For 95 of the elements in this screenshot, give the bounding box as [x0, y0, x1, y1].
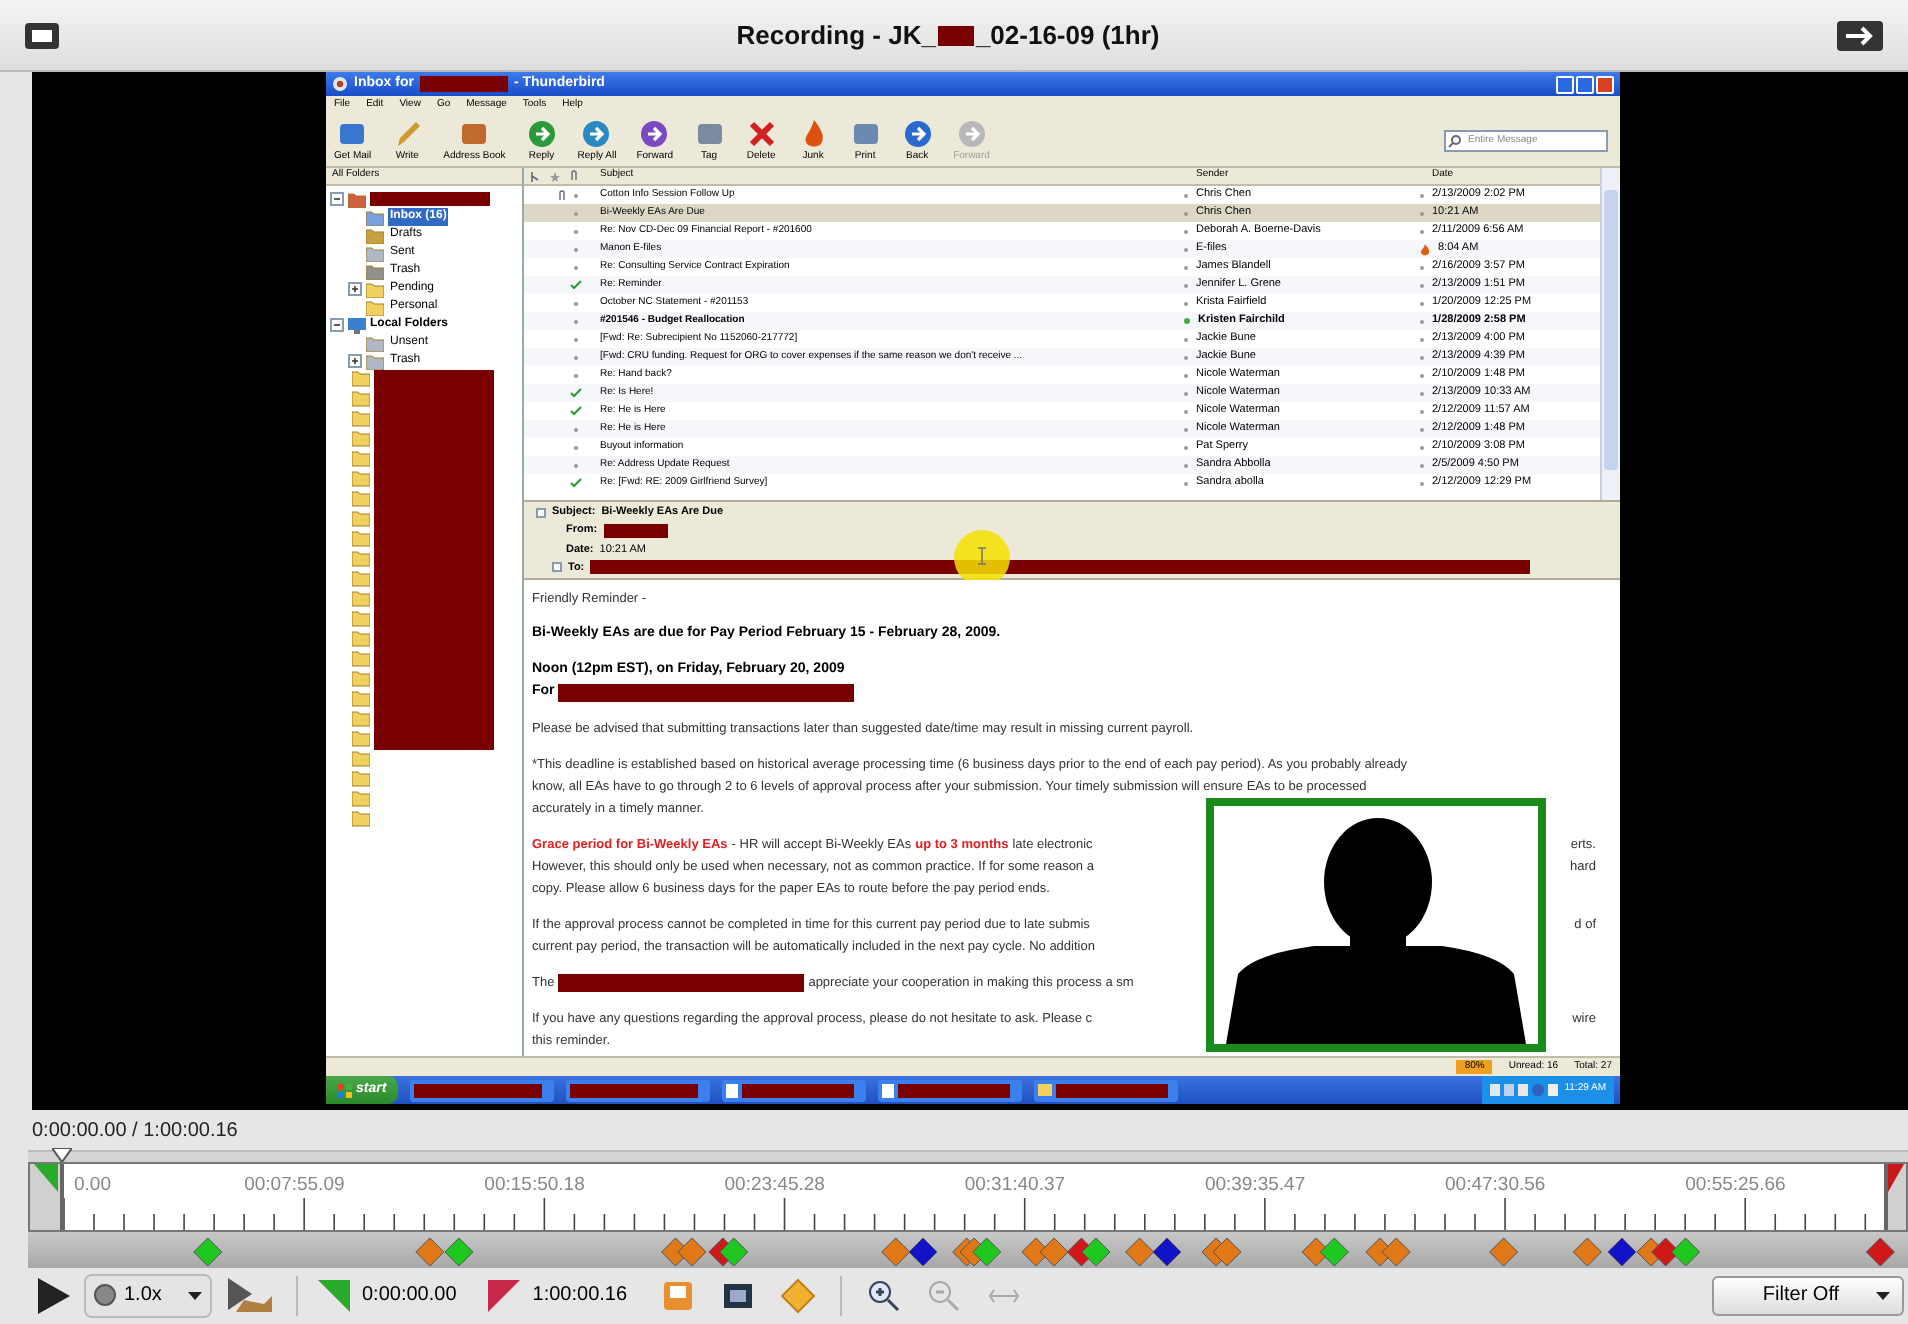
star-icon[interactable] — [550, 171, 560, 181]
filter-dropdown[interactable]: Filter Off — [1712, 1275, 1904, 1315]
start-flag-icon[interactable] — [318, 1279, 350, 1311]
ruler-label: 0.00 — [74, 1172, 111, 1200]
folder-icon — [1038, 1084, 1053, 1096]
book-icon — [458, 118, 491, 150]
ruler-label: 00:23:45.28 — [724, 1172, 825, 1200]
screen-icon[interactable] — [24, 21, 60, 49]
ruler-label: 00:39:35.47 — [1204, 1172, 1306, 1200]
event-marker[interactable] — [1489, 1237, 1519, 1267]
redaction-bar — [1056, 1083, 1169, 1097]
speed-dropdown[interactable]: 1.0x — [84, 1273, 212, 1317]
trash-icon — [366, 263, 384, 279]
end-flag-icon — [1888, 1164, 1904, 1192]
presenter-icon[interactable] — [224, 1275, 276, 1315]
tray-icons-drawing — [1490, 1084, 1559, 1096]
event-marker[interactable] — [444, 1237, 474, 1267]
ruler-label: 00:31:40.37 — [964, 1172, 1066, 1200]
event-marker[interactable] — [1125, 1237, 1155, 1267]
document-icon — [882, 1083, 895, 1097]
exit-icon[interactable] — [1836, 19, 1884, 51]
expand-toggle-icon[interactable] — [348, 282, 362, 296]
event-marker[interactable] — [1039, 1237, 1069, 1267]
redaction-bar — [937, 25, 974, 45]
redaction-bar — [603, 523, 668, 538]
event-marker[interactable] — [719, 1237, 749, 1267]
start-time: 0:00:00.00 — [362, 1282, 457, 1310]
redaction-bar — [742, 1083, 855, 1097]
event-marker[interactable] — [415, 1237, 445, 1267]
zoom-in-icon[interactable] — [865, 1277, 902, 1313]
account-icon — [348, 191, 366, 207]
event-marker[interactable] — [1081, 1237, 1111, 1267]
thread-icon[interactable] — [530, 171, 540, 181]
playback-position: 0:00:00.00 / 1:00:00.16 — [32, 1117, 238, 1145]
printer-icon — [849, 118, 882, 150]
paperclip-icon[interactable] — [570, 170, 578, 182]
ruler-label: 00:15:50.18 — [484, 1172, 585, 1200]
play-button[interactable] — [32, 1275, 72, 1315]
expand-toggle-icon[interactable] — [348, 354, 362, 368]
pencil-icon — [366, 227, 384, 243]
collapse-toggle-icon[interactable] — [330, 192, 344, 206]
diamond-icon[interactable] — [779, 1277, 816, 1313]
event-marker[interactable] — [1572, 1237, 1602, 1267]
caret-icon — [1876, 1291, 1890, 1299]
collapse-toggle-icon[interactable] — [536, 507, 546, 518]
event-marker[interactable] — [1021, 1237, 1051, 1267]
inbox-icon — [366, 209, 384, 225]
event-marker[interactable] — [1381, 1237, 1411, 1267]
event-marker[interactable] — [908, 1237, 938, 1267]
taskbar-button[interactable] — [1034, 1079, 1179, 1101]
recording-title: Recording - JK_ — [736, 17, 936, 54]
sent-icon — [366, 245, 384, 261]
inbox-tray-icon — [336, 118, 369, 150]
redaction-bar — [898, 1083, 1011, 1097]
recording-title: _02-16-09 (1hr) — [975, 17, 1160, 54]
search-icon — [1448, 133, 1462, 147]
taskbar-button[interactable] — [722, 1079, 867, 1101]
trash-icon — [366, 353, 384, 369]
close-button[interactable] — [1596, 75, 1614, 93]
redaction-bar — [570, 1083, 699, 1097]
start-flag-icon — [34, 1164, 58, 1192]
redaction-bar — [414, 1083, 543, 1097]
event-marker[interactable] — [1671, 1237, 1701, 1267]
delete-x-icon — [745, 118, 778, 150]
event-marker[interactable] — [1865, 1237, 1895, 1267]
end-flag-icon[interactable] — [488, 1279, 521, 1311]
outbox-icon — [366, 335, 384, 351]
event-marker[interactable] — [193, 1237, 223, 1267]
event-marker[interactable] — [1319, 1237, 1349, 1267]
event-marker[interactable] — [881, 1237, 911, 1267]
expand-toggle-icon[interactable] — [552, 562, 562, 573]
end-time: 1:00:00.16 — [532, 1282, 628, 1310]
redaction-bar — [370, 192, 490, 206]
taskbar-button[interactable] — [878, 1079, 1023, 1101]
event-marker[interactable] — [972, 1237, 1002, 1267]
windows-flag-icon — [338, 1083, 352, 1097]
event-marker[interactable] — [1651, 1237, 1681, 1267]
event-marker[interactable] — [1212, 1237, 1242, 1267]
ruler-label: 00:47:30.56 — [1445, 1172, 1546, 1200]
maximize-button[interactable] — [1576, 75, 1594, 93]
collapse-toggle-icon[interactable] — [330, 318, 344, 332]
computer-icon — [348, 317, 366, 333]
tag-icon — [693, 118, 726, 150]
caret-icon — [188, 1291, 202, 1299]
event-marker[interactable] — [1607, 1237, 1637, 1267]
circle-icon — [94, 1284, 116, 1306]
document-icon — [726, 1083, 739, 1097]
event-marker[interactable] — [1152, 1237, 1182, 1267]
redaction-bar — [419, 76, 508, 92]
app-icon — [332, 76, 348, 92]
ruler-label: 00:55:25.66 — [1685, 1172, 1786, 1200]
minimize-button[interactable] — [1556, 75, 1574, 93]
event-marker[interactable] — [677, 1237, 707, 1267]
export-icon[interactable] — [659, 1277, 696, 1313]
ruler-label: 00:07:55.09 — [244, 1172, 345, 1200]
